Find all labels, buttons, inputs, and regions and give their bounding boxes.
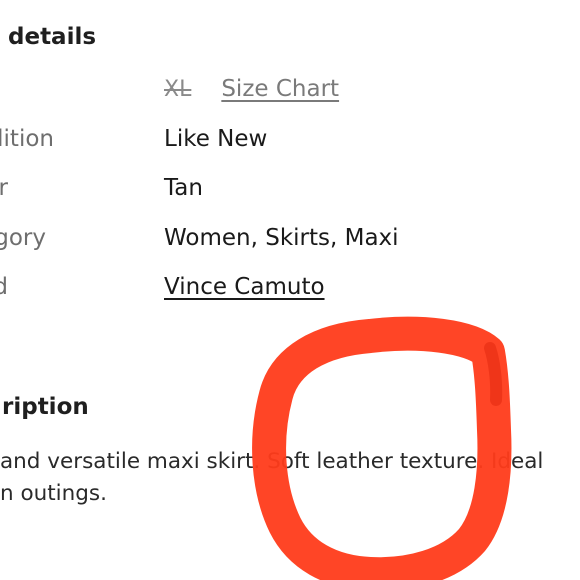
description-text: and versatile maxi skirt. Soft leather t… <box>0 446 580 510</box>
category-label: gory <box>0 225 46 251</box>
brand-label: d <box>0 274 8 300</box>
size-row: XL Size Chart <box>164 76 339 102</box>
category-value: Women, Skirts, Maxi <box>164 225 399 251</box>
size-chart-link[interactable]: Size Chart <box>221 76 339 102</box>
condition-label: lition <box>0 126 54 152</box>
color-label: r <box>0 175 8 201</box>
color-value: Tan <box>164 175 203 201</box>
item-details-heading: details <box>8 24 97 50</box>
description-heading: ription <box>2 394 89 420</box>
description-line-1: and versatile maxi skirt. Soft leather t… <box>0 449 544 474</box>
brand-value-row: Vince Camuto <box>164 274 325 300</box>
brand-link[interactable]: Vince Camuto <box>164 274 325 300</box>
condition-value: Like New <box>164 126 268 152</box>
description-line-2: n outings. <box>0 481 107 506</box>
size-value: XL <box>164 77 192 102</box>
